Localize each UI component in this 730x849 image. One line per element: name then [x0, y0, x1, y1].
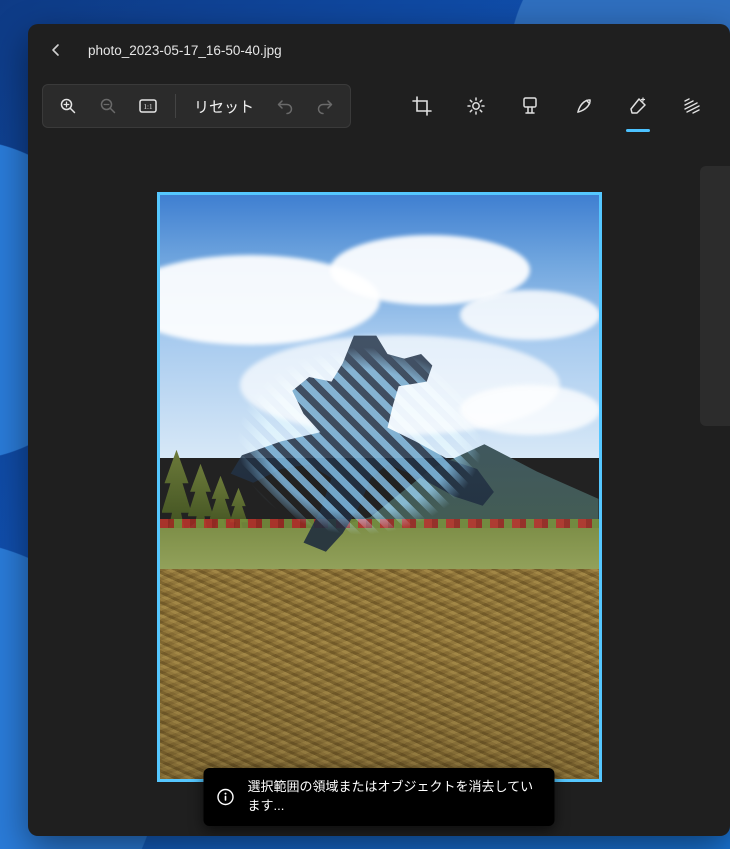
titlebar: photo_2023-05-17_16-50-40.jpg	[28, 24, 730, 76]
markup-icon	[574, 96, 594, 116]
canvas-area	[28, 154, 730, 836]
reset-button[interactable]: リセット	[184, 89, 264, 123]
erase-selection-overlay	[220, 331, 500, 561]
crop-icon	[412, 96, 432, 116]
eraser-sparkle-icon	[628, 96, 648, 116]
filter-icon	[520, 96, 540, 116]
status-toast: 選択範囲の領域またはオブジェクトを消去しています...	[204, 768, 555, 826]
markup-mode-button[interactable]	[564, 86, 604, 126]
back-arrow-icon	[48, 42, 64, 58]
redo-button[interactable]	[306, 89, 344, 123]
undo-icon	[276, 97, 294, 115]
brightness-icon	[466, 96, 486, 116]
fit-screen-icon: 1:1	[138, 97, 158, 115]
background-blur-icon	[682, 96, 702, 116]
crop-mode-button[interactable]	[402, 86, 442, 126]
undo-button[interactable]	[266, 89, 304, 123]
app-window: photo_2023-05-17_16-50-40.jpg	[28, 24, 730, 836]
zoom-in-button[interactable]	[49, 89, 87, 123]
fit-to-screen-button[interactable]: 1:1	[129, 89, 167, 123]
toolbar-separator	[175, 94, 176, 118]
edit-mode-toolbar	[402, 86, 716, 126]
zoom-out-button[interactable]	[89, 89, 127, 123]
zoom-out-icon	[99, 97, 117, 115]
erase-mode-button[interactable]	[618, 86, 658, 126]
redo-icon	[316, 97, 334, 115]
filter-mode-button[interactable]	[510, 86, 550, 126]
filename-label: photo_2023-05-17_16-50-40.jpg	[88, 43, 282, 58]
zoom-in-icon	[59, 97, 77, 115]
background-mode-button[interactable]	[672, 86, 712, 126]
image-straw	[160, 569, 599, 779]
zoom-toolbar: 1:1 リセット	[42, 84, 351, 128]
back-button[interactable]	[42, 36, 70, 64]
info-icon	[216, 787, 236, 807]
toolbar: 1:1 リセット	[28, 76, 730, 136]
status-toast-message: 選択範囲の領域またはオブジェクトを消去しています...	[248, 778, 539, 816]
svg-text:1:1: 1:1	[144, 103, 153, 111]
image-preview[interactable]	[157, 192, 602, 782]
adjust-mode-button[interactable]	[456, 86, 496, 126]
